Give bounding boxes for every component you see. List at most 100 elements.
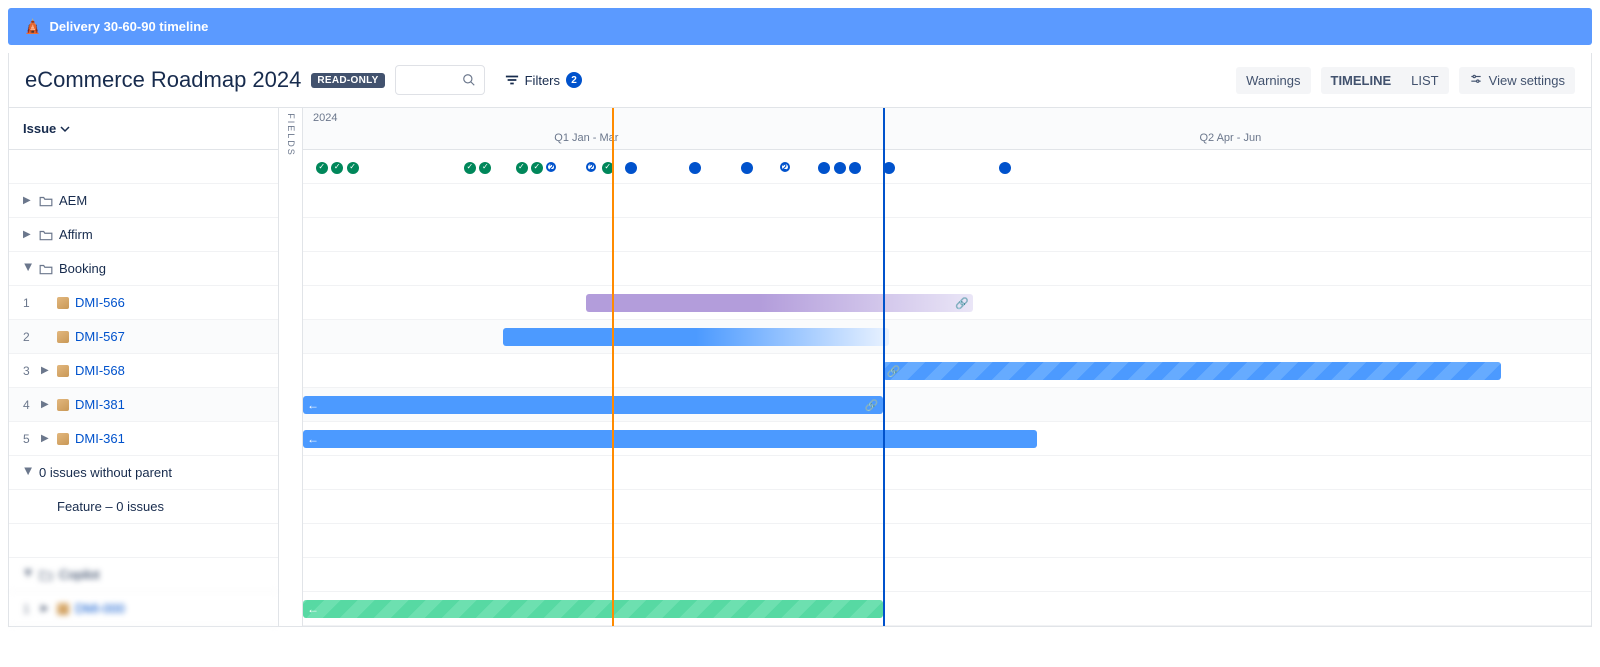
timeline-bar[interactable]: 🔗	[586, 294, 972, 312]
timeline-row: ←	[303, 592, 1591, 626]
chevron-down-icon: ▶	[23, 264, 34, 274]
folder-icon	[39, 228, 53, 242]
milestone-dot[interactable]	[531, 162, 543, 174]
chevron-right-icon[interactable]: ▶	[41, 433, 51, 444]
issue-row[interactable]: 2 DMI-567	[9, 320, 278, 354]
page-banner: 🛕 Delivery 30-60-90 timeline	[8, 8, 1592, 45]
milestone-dot[interactable]	[741, 162, 753, 174]
search-input[interactable]	[395, 65, 485, 95]
view-list-button[interactable]: LIST	[1401, 67, 1448, 94]
milestone-dot[interactable]	[849, 162, 861, 174]
issue-key[interactable]: DMI-568	[75, 363, 125, 378]
milestone-dot[interactable]	[316, 162, 328, 174]
timeline-row	[303, 252, 1591, 286]
timeline-bar[interactable]: ← 🔗	[303, 396, 883, 414]
timeline-bar[interactable]: ←	[303, 430, 1037, 448]
filters-label: Filters	[525, 73, 560, 88]
issue-row[interactable]: 5 ▶ DMI-361	[9, 422, 278, 456]
search-icon	[462, 73, 476, 87]
view-settings-button[interactable]: View settings	[1459, 67, 1575, 94]
timeline[interactable]: 2024 Q1 Jan - Mar Q2 Apr - Jun 222 🔗	[303, 108, 1591, 626]
timeline-row	[303, 456, 1591, 490]
arrow-left-icon: ←	[307, 432, 319, 446]
timeline-quarter-label: Q2 Apr - Jun	[1199, 132, 1261, 144]
timeline-row	[303, 558, 1591, 592]
warnings-button[interactable]: Warnings	[1236, 67, 1310, 94]
milestone-dot[interactable]: 2	[586, 162, 596, 172]
link-icon: 🔗	[887, 365, 901, 378]
chevron-down-icon: ▶	[23, 570, 34, 580]
package-icon	[57, 399, 69, 411]
milestones-row-left	[9, 150, 278, 184]
milestone-dot[interactable]: 2	[546, 162, 556, 172]
milestone-dot[interactable]	[625, 162, 637, 174]
readonly-badge: READ-ONLY	[311, 73, 384, 88]
chevron-right-icon: ▶	[23, 195, 33, 206]
milestone-dot[interactable]	[347, 162, 359, 174]
issue-column-header[interactable]: Issue	[9, 108, 278, 150]
package-icon	[57, 331, 69, 343]
issue-key[interactable]: DMI-567	[75, 329, 125, 344]
chevron-right-icon: ▶	[23, 229, 33, 240]
timeline-row	[303, 320, 1591, 354]
issue-key[interactable]: DMI-361	[75, 431, 125, 446]
sidebar: Issue ▶ AEM ▶ Affirm ▶	[9, 108, 279, 626]
arrow-left-icon: ←	[307, 602, 319, 616]
filters-button[interactable]: Filters 2	[495, 68, 592, 92]
timeline-row	[303, 524, 1591, 558]
chevron-right-icon[interactable]: ▶	[41, 365, 51, 376]
milestone-dot[interactable]	[689, 162, 701, 174]
sliders-icon	[1469, 73, 1483, 87]
link-icon: 🔗	[955, 297, 969, 310]
page-title: eCommerce Roadmap 2024	[25, 67, 301, 93]
issue-row-blurred[interactable]: 1 ▶ DMI-000	[9, 592, 278, 626]
issue-key[interactable]: DMI-566	[75, 295, 125, 310]
view-mode-toggle: TIMELINE LIST	[1321, 67, 1449, 94]
group-label: Affirm	[59, 227, 93, 242]
issue-key[interactable]: DMI-381	[75, 397, 125, 412]
toolbar: eCommerce Roadmap 2024 READ-ONLY Filters…	[9, 53, 1591, 108]
milestone-dot[interactable]	[479, 162, 491, 174]
banner-title: Delivery 30-60-90 timeline	[49, 19, 208, 34]
milestones-row: 2 2 2	[303, 150, 1591, 184]
timeline-row	[303, 184, 1591, 218]
marker-line[interactable]	[883, 108, 885, 626]
issue-row[interactable]: 4 ▶ DMI-381	[9, 388, 278, 422]
folder-icon	[39, 262, 53, 276]
package-icon	[57, 603, 69, 615]
timeline-row: 🔗	[303, 286, 1591, 320]
timeline-bar[interactable]	[503, 328, 889, 346]
milestone-dot[interactable]	[464, 162, 476, 174]
issues-without-parent[interactable]: ▶ 0 issues without parent	[9, 456, 278, 490]
timeline-year: 2024	[313, 112, 337, 124]
group-label: AEM	[59, 193, 87, 208]
group-aem[interactable]: ▶ AEM	[9, 184, 278, 218]
group-label: Booking	[59, 261, 106, 276]
fields-column[interactable]: FIELDS	[279, 108, 303, 626]
milestone-dot[interactable]	[999, 162, 1011, 174]
chevron-down-icon: ▶	[23, 468, 34, 478]
filter-icon	[505, 74, 519, 86]
arrow-left-icon: ←	[307, 398, 319, 412]
group-booking[interactable]: ▶ Booking	[9, 252, 278, 286]
main-panel: eCommerce Roadmap 2024 READ-ONLY Filters…	[8, 53, 1592, 627]
group-affirm[interactable]: ▶ Affirm	[9, 218, 278, 252]
content-area: Issue ▶ AEM ▶ Affirm ▶	[9, 108, 1591, 626]
timeline-bar[interactable]: ←	[303, 600, 883, 618]
feature-empty-row: Feature – 0 issues	[9, 490, 278, 524]
timeline-bar[interactable]: 🔗	[883, 362, 1501, 380]
timeline-row: ←	[303, 422, 1591, 456]
chevron-right-icon[interactable]: ▶	[41, 399, 51, 410]
issue-row[interactable]: 1 DMI-566	[9, 286, 278, 320]
milestone-dot[interactable]	[331, 162, 343, 174]
timeline-row	[303, 218, 1591, 252]
view-timeline-button[interactable]: TIMELINE	[1321, 67, 1402, 94]
package-icon	[57, 433, 69, 445]
group-blurred[interactable]: ▶ Copilot	[9, 558, 278, 592]
milestone-dot[interactable]: 2	[780, 162, 790, 172]
milestone-dot[interactable]	[834, 162, 846, 174]
milestone-dot[interactable]	[818, 162, 830, 174]
milestone-dot[interactable]	[516, 162, 528, 174]
issue-row[interactable]: 3 ▶ DMI-568	[9, 354, 278, 388]
chevron-down-icon	[60, 124, 70, 134]
